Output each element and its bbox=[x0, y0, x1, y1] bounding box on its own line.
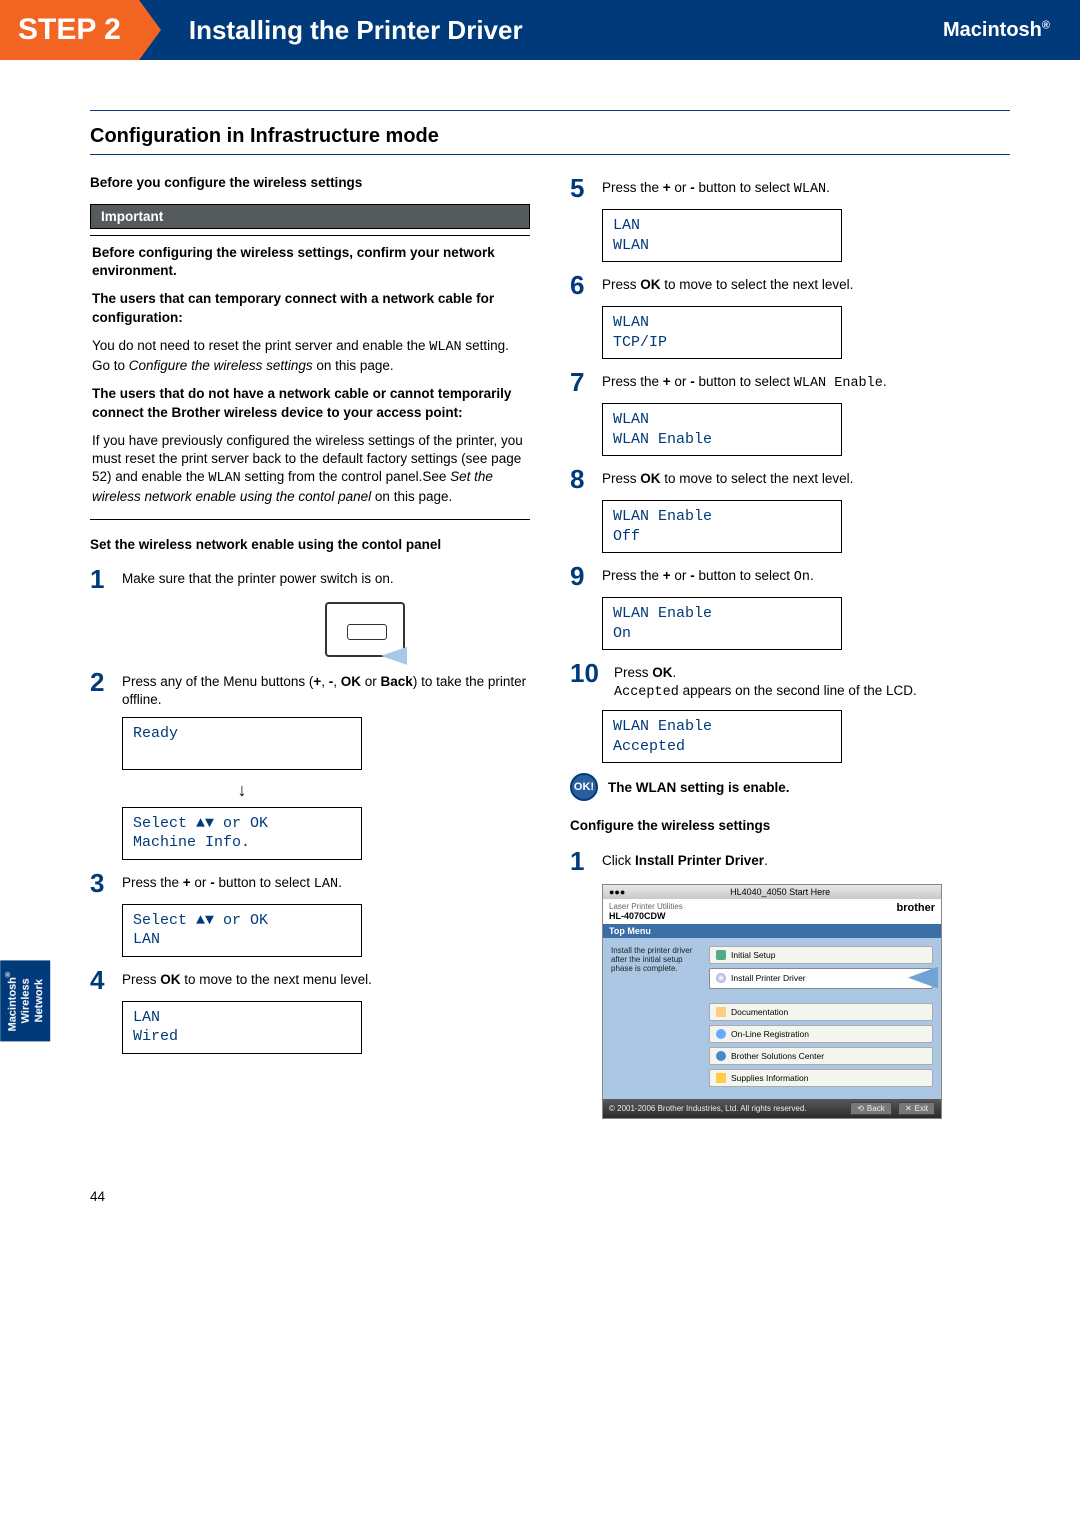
step-number: 8 bbox=[570, 466, 602, 492]
ok-confirmation: OK! The WLAN setting is enable. bbox=[570, 773, 1010, 801]
step-3: 3 Press the + or - button to select LAN. bbox=[90, 870, 530, 896]
step-text: Press OK to move to select the next leve… bbox=[602, 272, 853, 298]
ss-titlebar: ●●● HL4040_4050 Start Here bbox=[603, 885, 941, 899]
step-text: Press any of the Menu buttons (+, -, OK … bbox=[122, 669, 530, 709]
subsection-head: Set the wireless network enable using th… bbox=[90, 536, 530, 554]
step-number: 1 bbox=[570, 848, 602, 874]
step-number: 7 bbox=[570, 369, 602, 395]
step-7: 7 Press the + or - button to select WLAN… bbox=[570, 369, 1010, 395]
step-text: Press OK.Accepted appears on the second … bbox=[614, 660, 917, 702]
lcd-display: Select ▲▼ or OK LAN bbox=[122, 904, 362, 957]
divider bbox=[90, 154, 1010, 155]
lcd-display: WLAN Enable Off bbox=[602, 500, 842, 553]
lcd-display: WLAN WLAN Enable bbox=[602, 403, 842, 456]
ss-footer: © 2001-2006 Brother Industries, Ltd. All… bbox=[603, 1099, 941, 1118]
important-body: Before configuring the wireless settings… bbox=[90, 235, 530, 520]
step-1: 1 Make sure that the printer power switc… bbox=[90, 566, 530, 592]
step-number: 6 bbox=[570, 272, 602, 298]
step-2: 2 Press any of the Menu buttons (+, -, O… bbox=[90, 669, 530, 709]
ok-text: The WLAN setting is enable. bbox=[608, 780, 790, 795]
ss-description: Install the printer driver after the ini… bbox=[611, 946, 701, 1091]
page-header: STEP 2 Installing the Printer Driver Mac… bbox=[0, 0, 1080, 60]
step-number: 9 bbox=[570, 563, 602, 589]
lcd-display: WLAN Enable Accepted bbox=[602, 710, 842, 763]
step-text: Make sure that the printer power switch … bbox=[122, 566, 394, 592]
step-number: 10 bbox=[570, 660, 614, 702]
info-icon bbox=[716, 1073, 726, 1083]
step-text: Press OK to move to select the next leve… bbox=[602, 466, 853, 492]
cd-icon bbox=[716, 973, 726, 983]
help-icon bbox=[716, 1051, 726, 1061]
step-10: 10 Press OK.Accepted appears on the seco… bbox=[570, 660, 1010, 702]
step-text: Click Install Printer Driver. bbox=[602, 848, 768, 874]
document-icon bbox=[716, 1007, 726, 1017]
ok-badge-icon: OK! bbox=[570, 773, 598, 801]
platform-label: Macintosh® bbox=[943, 19, 1050, 42]
ss-menu-item[interactable]: On-Line Registration bbox=[709, 1025, 933, 1043]
power-switch-illustration bbox=[325, 602, 405, 657]
step-4: 4 Press OK to move to the next menu leve… bbox=[90, 967, 530, 993]
lcd-display: Select ▲▼ or OK Machine Info. bbox=[122, 807, 362, 860]
ss-header: Laser Printer Utilities HL-4070CDW broth… bbox=[603, 899, 941, 924]
side-tab: Macintosh®WirelessNetwork bbox=[0, 960, 50, 1041]
step-text: Press the + or - button to select LAN. bbox=[122, 870, 342, 896]
ss-menu-item[interactable]: Initial Setup bbox=[709, 946, 933, 964]
subsection-head: Configure the wireless settings bbox=[570, 817, 1010, 835]
left-column: Before you configure the wireless settin… bbox=[90, 175, 530, 1119]
right-column: 5 Press the + or - button to select WLAN… bbox=[570, 175, 1010, 1119]
lcd-display: LAN WLAN bbox=[602, 209, 842, 262]
wrench-icon bbox=[716, 950, 726, 960]
step-text: Press the + or - button to select WLAN. bbox=[602, 175, 830, 201]
step-number: 1 bbox=[90, 566, 122, 592]
step-9: 9 Press the + or - button to select On. bbox=[570, 563, 1010, 589]
ss-menu-item-install[interactable]: Install Printer Driver ▸ bbox=[709, 968, 933, 989]
ss-menu-item[interactable]: Documentation bbox=[709, 1003, 933, 1021]
document-title: Installing the Printer Driver bbox=[189, 15, 523, 46]
config-step-1: 1 Click Install Printer Driver. bbox=[570, 848, 1010, 874]
back-button[interactable]: ⟲ Back bbox=[850, 1102, 892, 1115]
section-title: Configuration in Infrastructure mode bbox=[90, 125, 1010, 148]
title-bar: Installing the Printer Driver Macintosh® bbox=[139, 0, 1080, 60]
exit-button[interactable]: ✕ Exit bbox=[898, 1102, 935, 1115]
lcd-display: Ready bbox=[122, 717, 362, 770]
step-badge: STEP 2 bbox=[0, 0, 139, 60]
ss-topmenu: Top Menu bbox=[603, 924, 941, 938]
divider bbox=[90, 110, 1010, 111]
brand-logo: brother bbox=[897, 902, 936, 921]
step-8: 8 Press OK to move to select the next le… bbox=[570, 466, 1010, 492]
step-number: 4 bbox=[90, 967, 122, 993]
ss-menu-item[interactable]: Supplies Information bbox=[709, 1069, 933, 1087]
pointer-arrow-icon bbox=[908, 967, 938, 989]
step-number: 5 bbox=[570, 175, 602, 201]
step-text: Press the + or - button to select On. bbox=[602, 563, 814, 589]
lcd-display: WLAN Enable On bbox=[602, 597, 842, 650]
lcd-display: WLAN TCP/IP bbox=[602, 306, 842, 359]
important-label: Important bbox=[90, 204, 530, 229]
down-arrow-icon: ↓ bbox=[122, 780, 362, 801]
step-number: 2 bbox=[90, 669, 122, 709]
step-5: 5 Press the + or - button to select WLAN… bbox=[570, 175, 1010, 201]
globe-icon bbox=[716, 1029, 726, 1039]
step-text: Press the + or - button to select WLAN E… bbox=[602, 369, 887, 395]
subsection-head: Before you configure the wireless settin… bbox=[90, 175, 530, 190]
step-number: 3 bbox=[90, 870, 122, 896]
lcd-display: LAN Wired bbox=[122, 1001, 362, 1054]
page-number: 44 bbox=[0, 1159, 1080, 1234]
ss-menu-item[interactable]: Brother Solutions Center bbox=[709, 1047, 933, 1065]
step-text: Press OK to move to the next menu level. bbox=[122, 967, 372, 993]
installer-screenshot: ●●● HL4040_4050 Start Here Laser Printer… bbox=[602, 884, 942, 1119]
step-6: 6 Press OK to move to select the next le… bbox=[570, 272, 1010, 298]
